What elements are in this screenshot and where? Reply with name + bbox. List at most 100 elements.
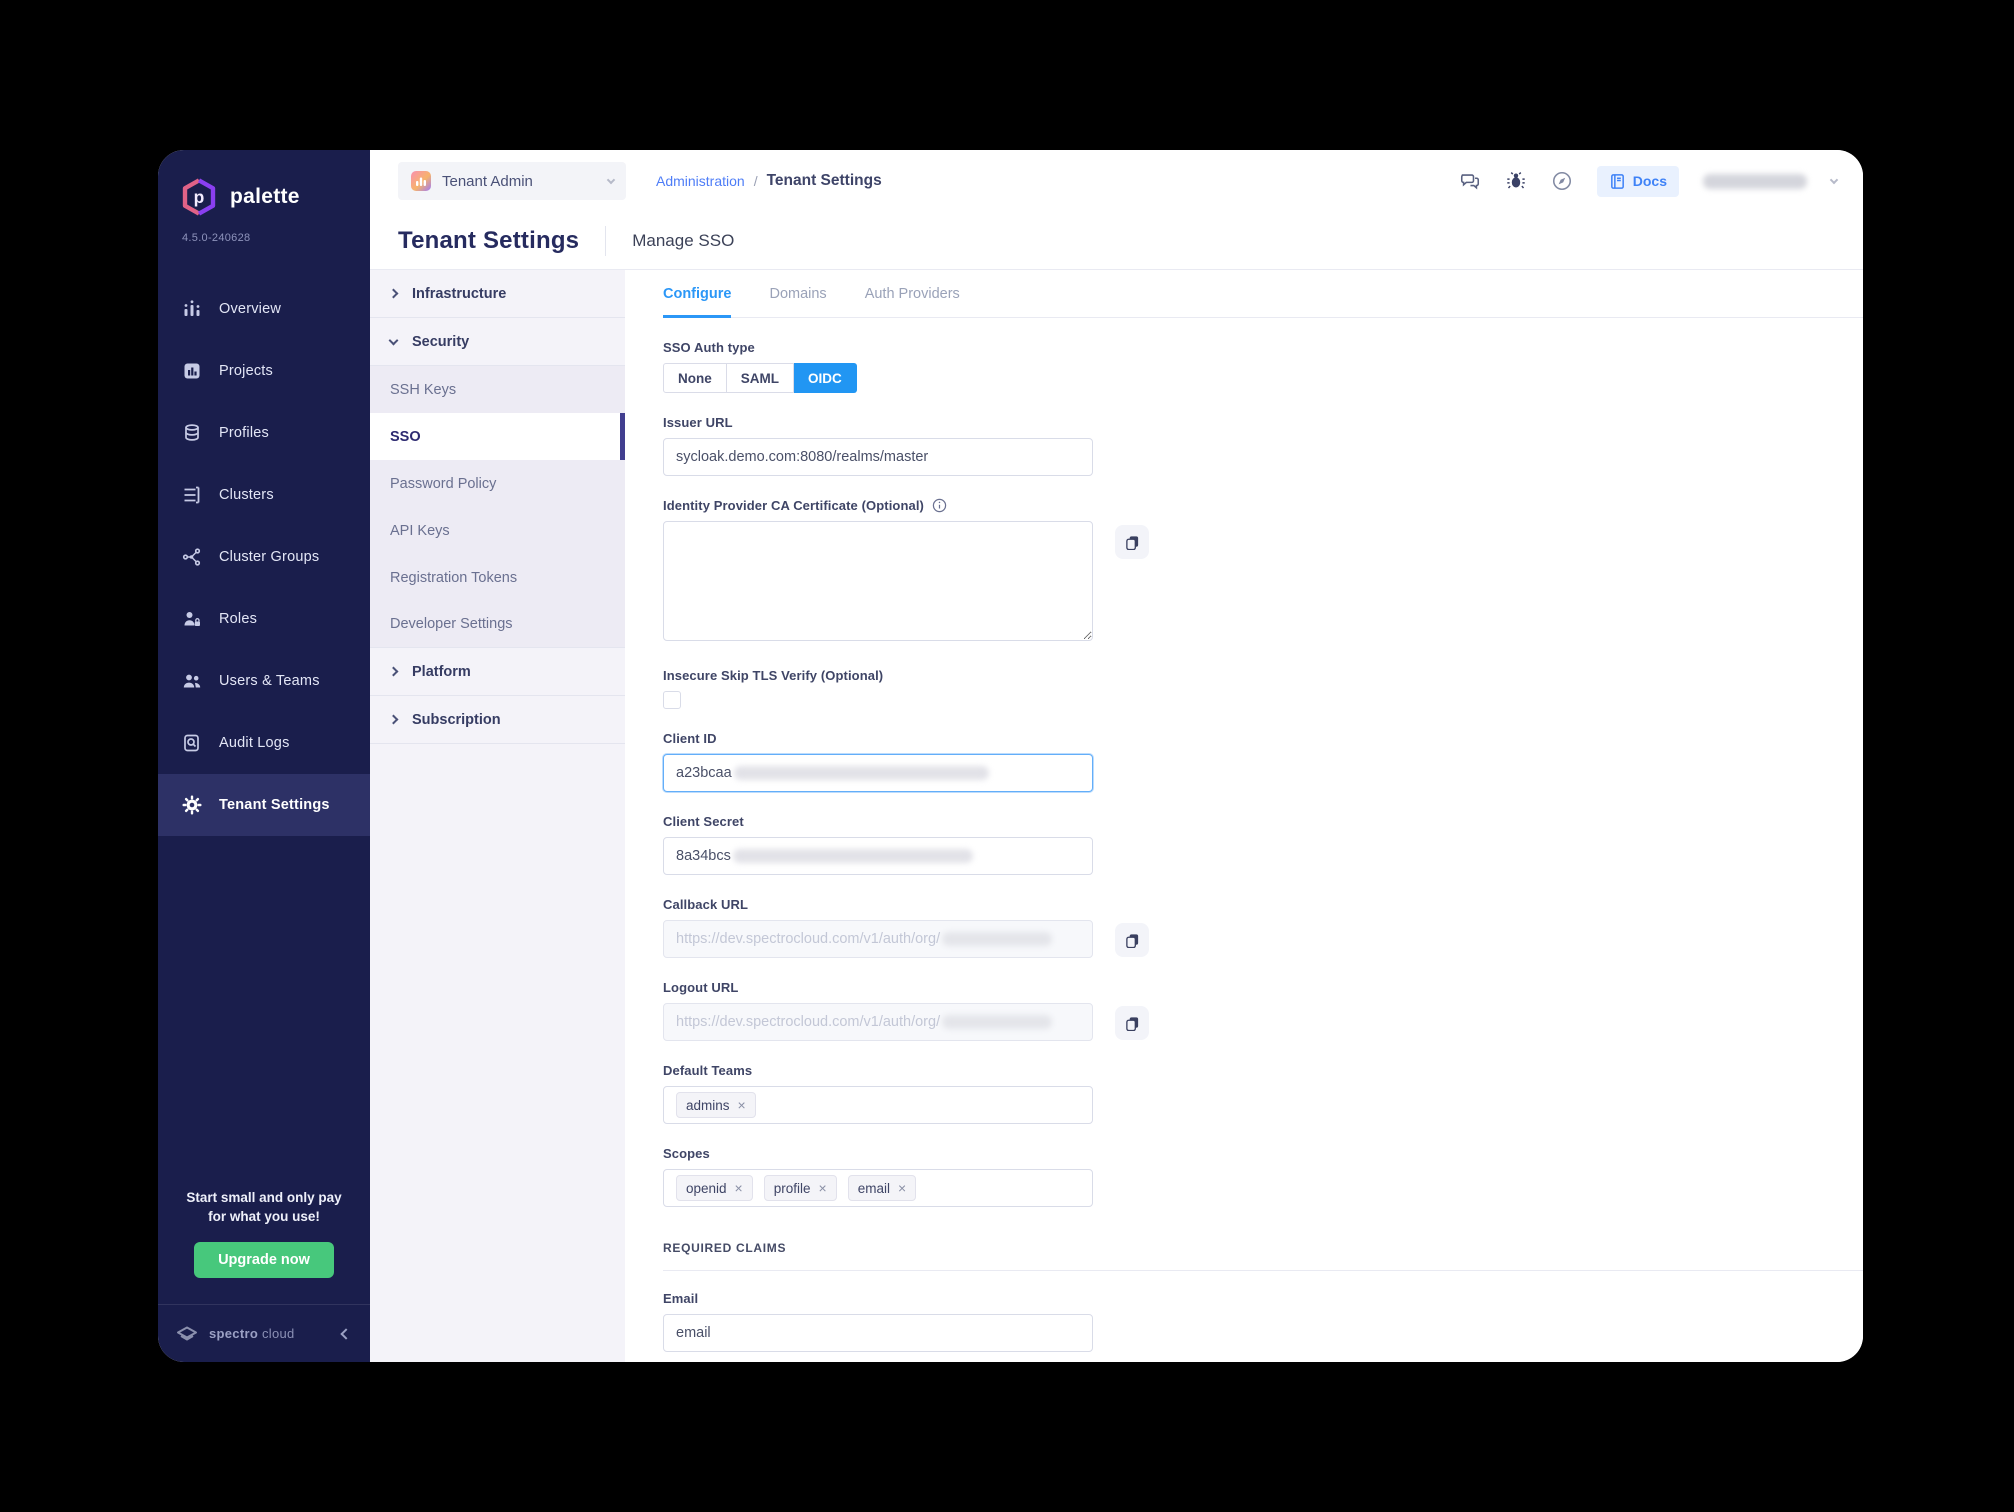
required-claims-heading: REQUIRED CLAIMS — [663, 1241, 787, 1255]
auth-type-none-button[interactable]: None — [663, 363, 727, 393]
issuer-url-input[interactable]: sycloak.demo.com:8080/realms/master — [663, 438, 1093, 476]
email-claim-label: Email — [663, 1291, 699, 1306]
scope-selector[interactable]: Tenant Admin — [398, 162, 626, 200]
team-tag: admins — [676, 1092, 756, 1118]
scope-tag-text: profile — [773, 1180, 811, 1196]
client-secret-field: Client Secret 8a34bcs — [663, 814, 1093, 875]
user-name-redacted[interactable] — [1703, 173, 1807, 189]
docs-button[interactable]: Docs — [1596, 165, 1679, 197]
client-secret-label: Client Secret — [663, 814, 744, 829]
email-claim-input[interactable]: email — [663, 1314, 1093, 1352]
nav-group-label: Security — [412, 333, 470, 350]
spectro-cloud-wordmark: spectro cloud — [209, 1326, 295, 1341]
skip-tls-label: Insecure Skip TLS Verify (Optional) — [663, 668, 884, 683]
auth-type-saml-button[interactable]: SAML — [726, 363, 794, 393]
upgrade-now-button[interactable]: Upgrade now — [194, 1242, 334, 1278]
ca-certificate-copy-button[interactable] — [1115, 525, 1149, 559]
sidebar-item-tenant-settings[interactable]: Tenant Settings — [158, 774, 370, 836]
sidebar-item-clusters[interactable]: Clusters — [158, 464, 370, 526]
spectro-cloud-logo-icon — [174, 1321, 200, 1347]
nav-group-label: Infrastructure — [412, 285, 507, 302]
nav-group-infrastructure[interactable]: Infrastructure — [370, 270, 625, 318]
settings-nav-item-api-keys[interactable]: API Keys — [370, 507, 625, 554]
copy-icon — [1125, 1016, 1138, 1031]
sidebar: p palette 4.5.0-240628 Overview Projects — [158, 150, 370, 1362]
auth-type-oidc-button[interactable]: OIDC — [794, 363, 857, 393]
callback-url-redacted-value — [942, 932, 1053, 946]
scopes-input[interactable]: openid profile email — [663, 1169, 1093, 1207]
settings-nav-item-sso[interactable]: SSO — [370, 413, 625, 460]
sidebar-item-overview[interactable]: Overview — [158, 278, 370, 340]
sidebar-item-profiles[interactable]: Profiles — [158, 402, 370, 464]
tab-domains[interactable]: Domains — [769, 286, 826, 317]
ca-certificate-field: Identity Provider CA Certificate (Option… — [663, 498, 1149, 646]
user-menu-chevron-icon[interactable] — [1829, 175, 1839, 184]
settings-nav-item-password-policy[interactable]: Password Policy — [370, 460, 625, 507]
sidebar-nav: Overview Projects Profiles Clusters Clus… — [158, 278, 370, 836]
page-title: Tenant Settings — [398, 226, 580, 254]
upgrade-promo: Start small and only pay for what you us… — [158, 1188, 370, 1304]
tab-configure[interactable]: Configure — [663, 286, 732, 318]
scope-tag: email — [847, 1175, 917, 1201]
sidebar-collapse-button[interactable] — [338, 1326, 354, 1342]
tab-auth-providers[interactable]: Auth Providers — [865, 286, 960, 317]
skip-tls-field: Insecure Skip TLS Verify (Optional) — [663, 668, 1093, 709]
client-secret-input[interactable]: 8a34bcs — [663, 837, 1093, 875]
roles-icon — [182, 609, 202, 629]
nav-group-security[interactable]: Security — [370, 318, 625, 366]
scopes-label: Scopes — [663, 1146, 710, 1161]
callback-url-copy-button[interactable] — [1115, 923, 1149, 957]
breadcrumb: Administration / Tenant Settings — [656, 172, 882, 190]
remove-tag-icon[interactable] — [738, 1098, 746, 1112]
sso-auth-type-segmented: None SAML OIDC — [663, 363, 1093, 393]
nav-group-subscription[interactable]: Subscription — [370, 696, 625, 744]
nav-group-platform[interactable]: Platform — [370, 648, 625, 696]
brand-header: p palette — [158, 150, 370, 218]
sidebar-item-users-teams[interactable]: Users & Teams — [158, 650, 370, 712]
chevron-right-icon — [388, 288, 399, 299]
default-teams-input[interactable]: admins — [663, 1086, 1093, 1124]
bug-report-icon[interactable] — [1505, 170, 1527, 192]
page-subtitle: Manage SSO — [632, 230, 735, 250]
sidebar-item-label: Roles — [219, 611, 258, 627]
breadcrumb-separator: / — [753, 173, 758, 189]
sidebar-item-roles[interactable]: Roles — [158, 588, 370, 650]
remove-tag-icon[interactable] — [735, 1181, 743, 1195]
sidebar-item-label: Audit Logs — [219, 735, 290, 751]
skip-tls-checkbox[interactable] — [663, 691, 681, 709]
sidebar-item-label: Users & Teams — [219, 673, 320, 689]
explore-compass-icon[interactable] — [1551, 170, 1573, 192]
client-id-label: Client ID — [663, 731, 717, 746]
info-icon[interactable] — [932, 498, 947, 513]
settings-nav-item-developer-settings[interactable]: Developer Settings — [370, 601, 625, 648]
scope-tag-text: openid — [686, 1180, 727, 1196]
sidebar-footer: spectro cloud — [158, 1304, 370, 1362]
ca-certificate-textarea[interactable] — [663, 521, 1093, 641]
issuer-url-label: Issuer URL — [663, 415, 733, 430]
remove-tag-icon[interactable] — [819, 1181, 827, 1195]
copy-icon — [1125, 933, 1138, 948]
breadcrumb-administration-link[interactable]: Administration — [656, 173, 745, 189]
feedback-chat-icon[interactable] — [1459, 170, 1481, 192]
client-id-input[interactable]: a23bcaa — [663, 754, 1093, 792]
copy-icon — [1125, 535, 1138, 550]
team-tag-text: admins — [686, 1097, 730, 1113]
chevron-down-icon — [388, 335, 399, 345]
gear-icon — [182, 795, 202, 815]
client-secret-redacted-value — [732, 849, 973, 863]
remove-tag-icon[interactable] — [898, 1181, 906, 1195]
settings-nav: Infrastructure Security SSH Keys SSO Pas… — [370, 270, 625, 1362]
sso-configure-panel: Configure Domains Auth Providers SSO Aut… — [625, 270, 1863, 1362]
settings-body: Infrastructure Security SSH Keys SSO Pas… — [370, 270, 1863, 1362]
issuer-url-value: sycloak.demo.com:8080/realms/master — [676, 449, 929, 465]
page-header: Tenant Settings Manage SSO — [370, 212, 1863, 270]
sidebar-item-projects[interactable]: Projects — [158, 340, 370, 402]
settings-nav-item-ssh-keys[interactable]: SSH Keys — [370, 366, 625, 413]
sidebar-item-audit-logs[interactable]: Audit Logs — [158, 712, 370, 774]
settings-nav-item-registration-tokens[interactable]: Registration Tokens — [370, 554, 625, 601]
sidebar-item-cluster-groups[interactable]: Cluster Groups — [158, 526, 370, 588]
tenant-admin-icon — [410, 170, 432, 192]
sso-auth-type-field: SSO Auth type None SAML OIDC — [663, 340, 1093, 393]
header-divider — [605, 225, 607, 256]
logout-url-copy-button[interactable] — [1115, 1006, 1149, 1040]
